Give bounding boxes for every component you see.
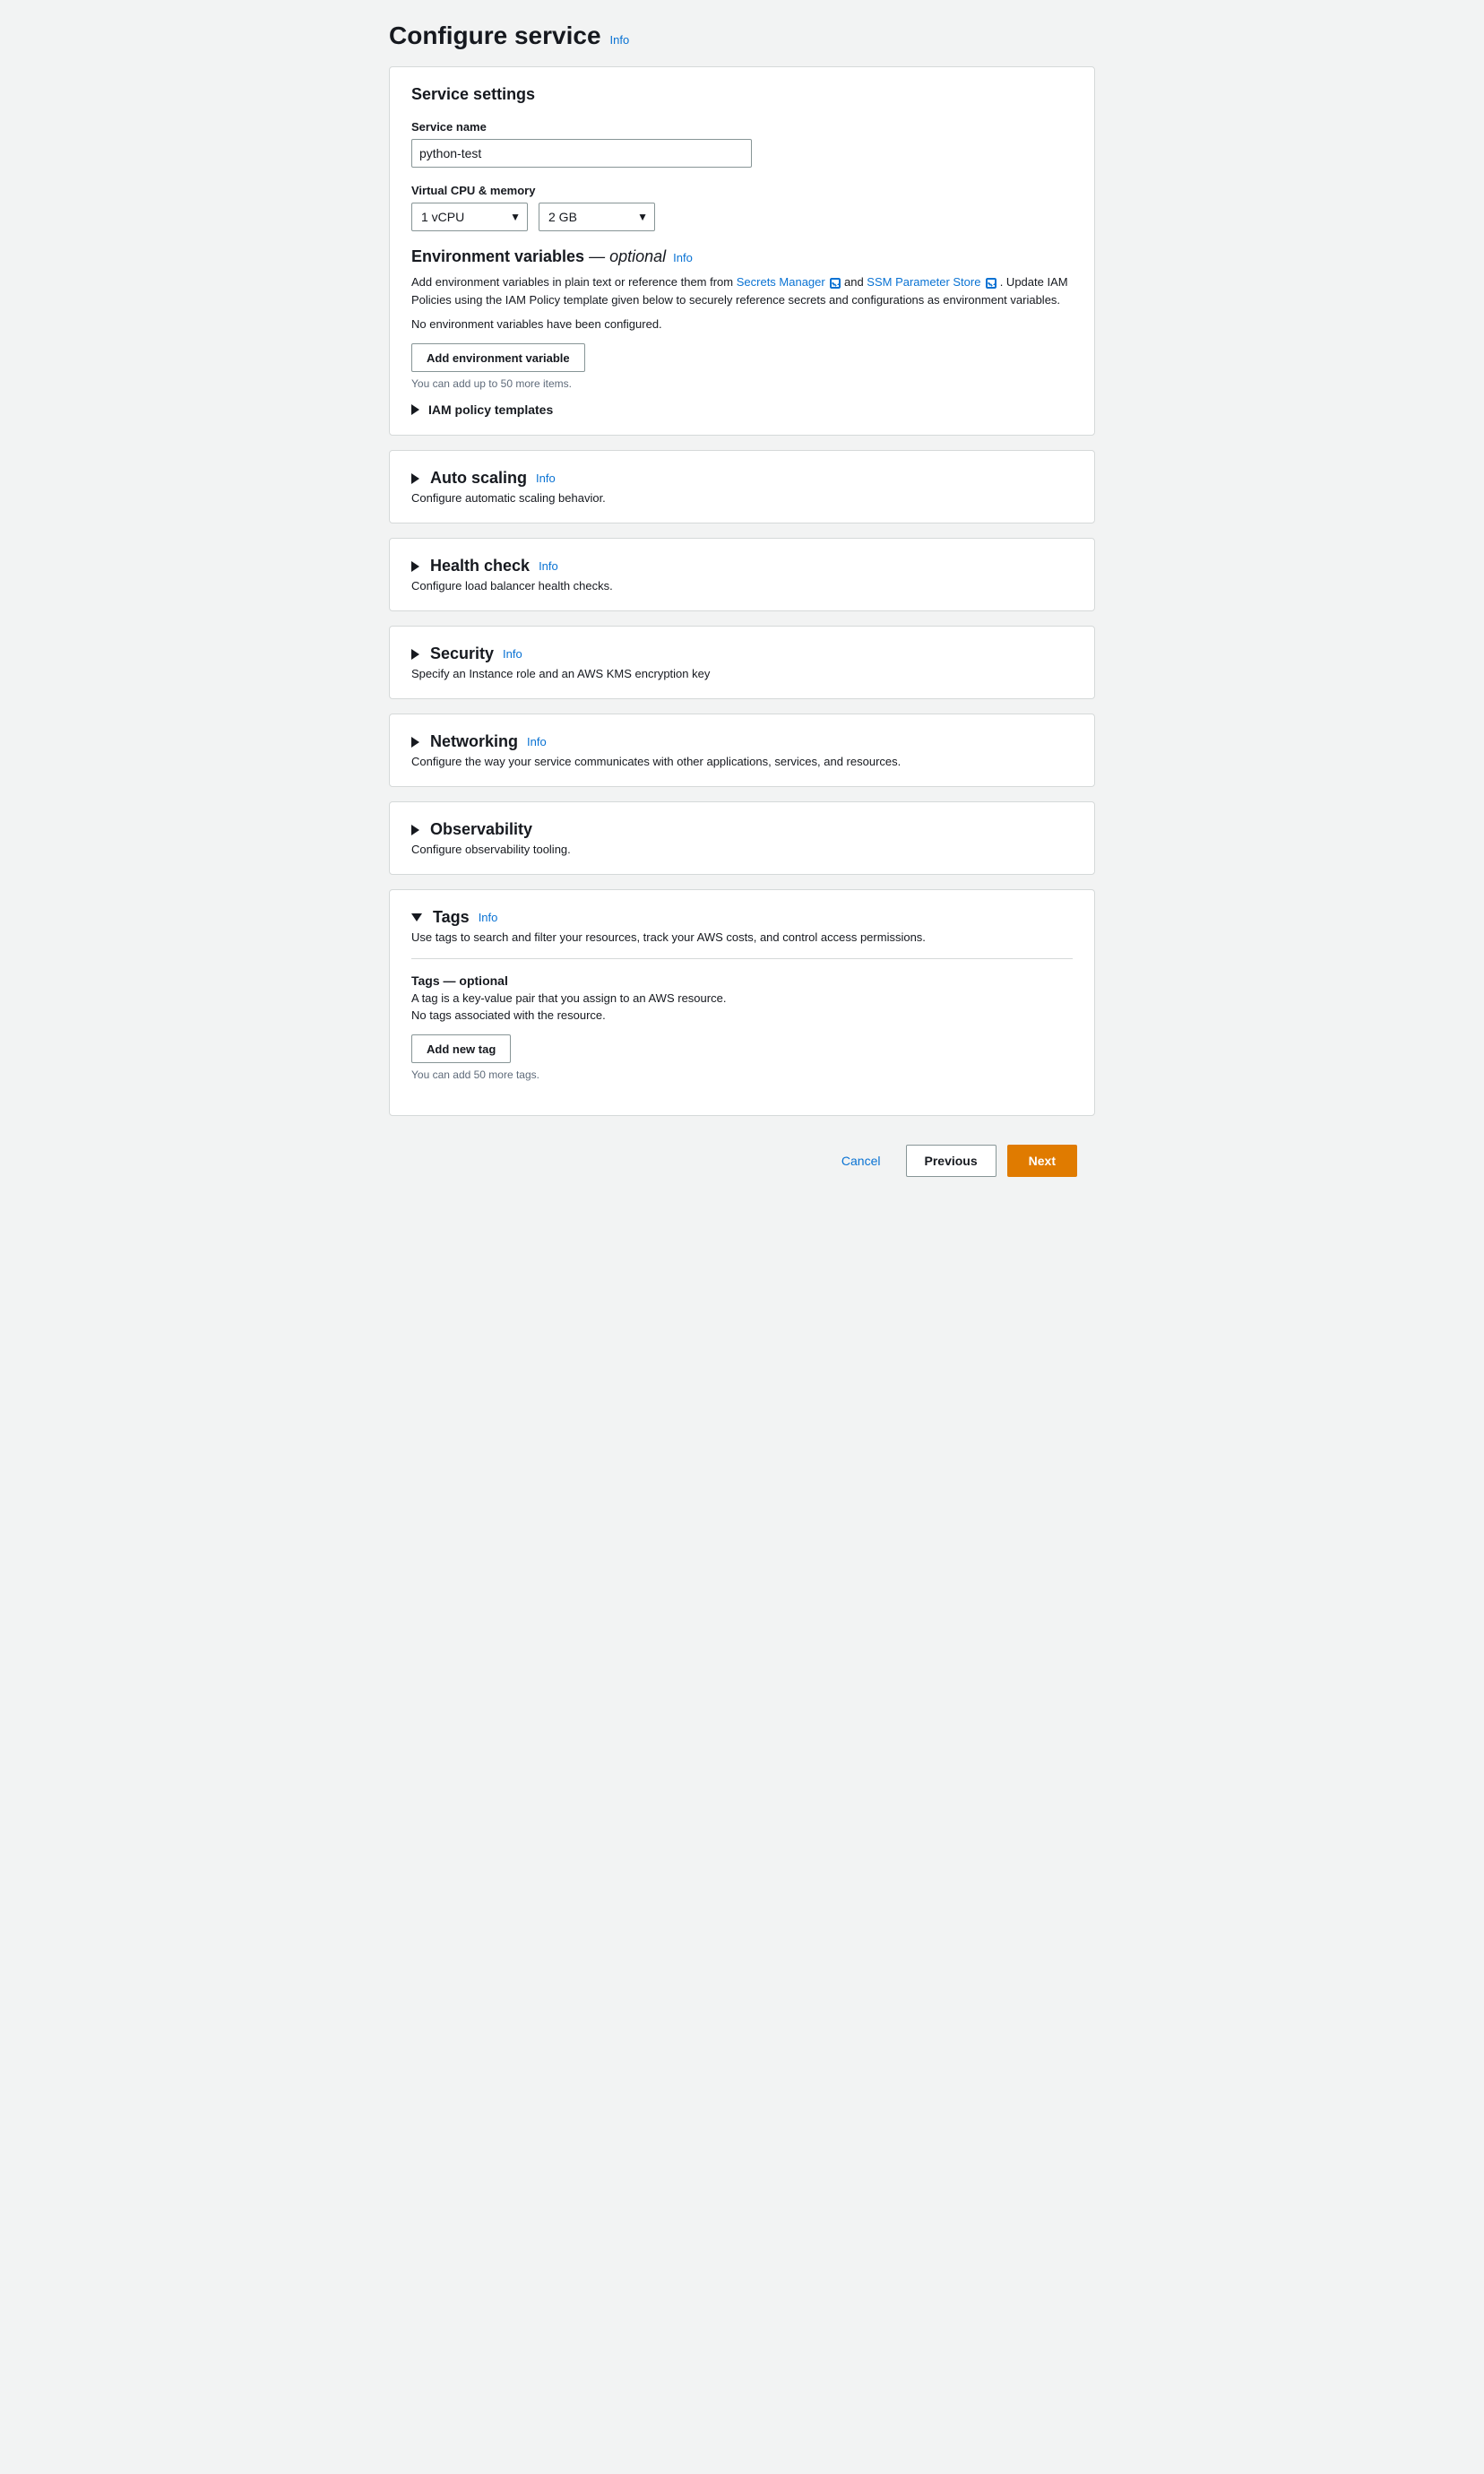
env-vars-title-row: Environment variables — optional Info	[411, 247, 1073, 266]
service-name-label: Service name	[411, 120, 1073, 134]
iam-policy-templates-row[interactable]: IAM policy templates	[411, 402, 1073, 417]
add-env-var-button[interactable]: Add environment variable	[411, 343, 585, 372]
no-tags-text: No tags associated with the resource.	[411, 1008, 1073, 1022]
service-name-group: Service name	[411, 120, 1073, 168]
page-info-link[interactable]: Info	[610, 33, 630, 47]
vcpu-memory-row: 1 vCPU 2 vCPU 4 vCPU ▼ 2 GB 4 GB 8 GB ▼	[411, 203, 1073, 231]
iam-policy-collapse-icon	[411, 404, 419, 415]
env-vars-info-link[interactable]: Info	[673, 251, 693, 264]
env-vars-optional: — optional	[589, 247, 666, 265]
observability-section: Observability Configure observability to…	[389, 801, 1095, 875]
security-title: Security	[430, 644, 494, 663]
tags-divider	[411, 958, 1073, 959]
security-collapse-icon	[411, 649, 419, 660]
no-env-vars-text: No environment variables have been confi…	[411, 317, 1073, 331]
service-name-input[interactable]	[411, 139, 752, 168]
tags-title: Tags	[433, 908, 470, 927]
tags-optional-label: Tags — optional	[411, 973, 1073, 988]
tags-key-value-desc: A tag is a key-value pair that you assig…	[411, 991, 1073, 1005]
env-vars-section: Environment variables — optional Info Ad…	[411, 247, 1073, 417]
vcpu-select-wrapper: 1 vCPU 2 vCPU 4 vCPU ▼	[411, 203, 528, 231]
next-button[interactable]: Next	[1007, 1145, 1077, 1177]
health-check-info-link[interactable]: Info	[539, 559, 558, 573]
tags-section: Tags Info Use tags to search and filter …	[389, 889, 1095, 1116]
env-vars-title: Environment variables — optional	[411, 247, 666, 266]
previous-button[interactable]: Previous	[906, 1145, 997, 1177]
auto-scaling-info-link[interactable]: Info	[536, 471, 556, 485]
tags-info-link[interactable]: Info	[479, 911, 498, 924]
env-vars-description: Add environment variables in plain text …	[411, 273, 1073, 308]
add-env-var-helper: You can add up to 50 more items.	[411, 377, 1073, 390]
health-check-description: Configure load balancer health checks.	[411, 579, 1073, 593]
tags-inner-group: Tags — optional A tag is a key-value pai…	[411, 973, 1073, 1081]
iam-policy-templates-label: IAM policy templates	[428, 402, 553, 417]
service-settings-title: Service settings	[411, 85, 1073, 104]
health-check-section: Health check Info Configure load balance…	[389, 538, 1095, 611]
auto-scaling-header[interactable]: Auto scaling Info	[411, 469, 1073, 488]
memory-select[interactable]: 2 GB 4 GB 8 GB	[539, 203, 655, 231]
security-description: Specify an Instance role and an AWS KMS …	[411, 667, 1073, 680]
security-info-link[interactable]: Info	[503, 647, 522, 661]
health-check-title: Health check	[430, 557, 530, 575]
ssm-parameter-store-link[interactable]: SSM Parameter Store	[867, 275, 980, 289]
networking-title: Networking	[430, 732, 518, 751]
observability-title: Observability	[430, 820, 532, 839]
vcpu-select[interactable]: 1 vCPU 2 vCPU 4 vCPU	[411, 203, 528, 231]
security-header[interactable]: Security Info	[411, 644, 1073, 663]
tags-description: Use tags to search and filter your resou…	[411, 930, 1073, 944]
health-check-header[interactable]: Health check Info	[411, 557, 1073, 575]
vcpu-memory-group: Virtual CPU & memory 1 vCPU 2 vCPU 4 vCP…	[411, 184, 1073, 231]
health-check-collapse-icon	[411, 561, 419, 572]
observability-description: Configure observability tooling.	[411, 843, 1073, 856]
auto-scaling-description: Configure automatic scaling behavior.	[411, 491, 1073, 505]
networking-collapse-icon	[411, 737, 419, 748]
service-settings-card: Service settings Service name Virtual CP…	[389, 66, 1095, 436]
networking-header[interactable]: Networking Info	[411, 732, 1073, 751]
security-section: Security Info Specify an Instance role a…	[389, 626, 1095, 699]
add-new-tag-button[interactable]: Add new tag	[411, 1034, 511, 1063]
observability-header[interactable]: Observability	[411, 820, 1073, 839]
tags-header[interactable]: Tags Info	[411, 908, 1073, 927]
env-vars-desc-middle: and	[844, 275, 867, 289]
networking-description: Configure the way your service communica…	[411, 755, 1073, 768]
auto-scaling-collapse-icon	[411, 473, 419, 484]
env-vars-desc-before: Add environment variables in plain text …	[411, 275, 737, 289]
cancel-button[interactable]: Cancel	[827, 1146, 895, 1175]
add-tag-helper: You can add 50 more tags.	[411, 1068, 1073, 1081]
tags-collapse-icon	[411, 913, 422, 921]
page-title: Configure service	[389, 22, 601, 50]
ssm-external-icon	[986, 278, 997, 289]
auto-scaling-section: Auto scaling Info Configure automatic sc…	[389, 450, 1095, 523]
memory-select-wrapper: 2 GB 4 GB 8 GB ▼	[539, 203, 655, 231]
observability-collapse-icon	[411, 825, 419, 835]
networking-info-link[interactable]: Info	[527, 735, 547, 748]
vcpu-memory-label: Virtual CPU & memory	[411, 184, 1073, 197]
footer: Cancel Previous Next	[389, 1130, 1095, 1191]
secrets-manager-link[interactable]: Secrets Manager	[737, 275, 825, 289]
networking-section: Networking Info Configure the way your s…	[389, 714, 1095, 787]
secrets-manager-external-icon	[830, 278, 841, 289]
auto-scaling-title: Auto scaling	[430, 469, 527, 488]
